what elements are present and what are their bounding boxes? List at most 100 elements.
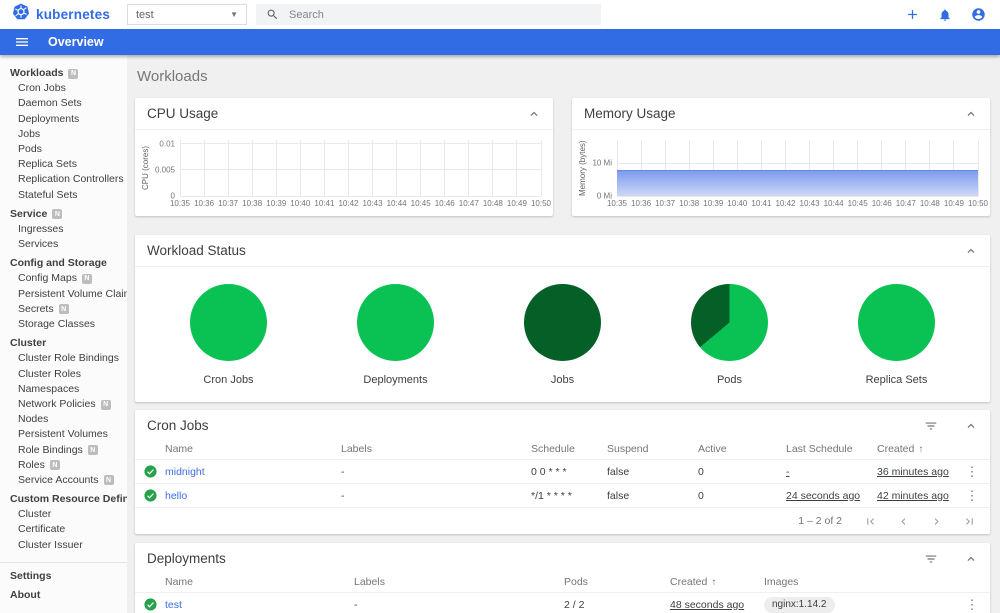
sidebar-item-cluster-role-bindings[interactable]: Cluster Role Bindings xyxy=(0,351,127,366)
collapse-chevron-icon[interactable] xyxy=(964,244,978,258)
table-row: hello - */1 * * * * false 0 24 seconds ago 42 … xyxy=(135,484,990,508)
sidebar-item-settings[interactable]: Settings xyxy=(0,569,127,584)
cell-schedule: 0 0 * * * xyxy=(531,465,567,478)
sidebar-item-about[interactable]: About xyxy=(0,588,127,603)
sidebar-item-cluster[interactable]: Cluster xyxy=(0,507,127,522)
gridline-vertical xyxy=(347,140,349,196)
sidebar-item-persistent-volume-claims[interactable]: Persistent Volume ClaimsN xyxy=(0,287,127,302)
create-resource-button[interactable] xyxy=(904,7,920,23)
cell-name[interactable]: hello xyxy=(165,490,341,502)
collapse-chevron-icon[interactable] xyxy=(964,552,978,566)
y-axis-label: CPU (cores) xyxy=(141,146,150,191)
sidebar-item-jobs[interactable]: Jobs xyxy=(0,127,127,142)
sidebar-item-workloads[interactable]: Workloads N xyxy=(0,66,127,81)
column-header-name[interactable]: Name xyxy=(165,443,341,455)
row-actions-button[interactable]: ⋮ xyxy=(954,465,990,478)
table-row: test - 2 / 2 48 seconds ago nginx:1.14.2 ⋮ xyxy=(135,593,990,613)
sidebar-item-pods[interactable]: Pods xyxy=(0,142,127,157)
x-tick-label: 10:38 xyxy=(679,199,700,208)
collapse-chevron-icon[interactable] xyxy=(964,419,978,433)
column-header-active[interactable]: Active xyxy=(698,443,786,455)
column-header-suspend[interactable]: Suspend xyxy=(607,443,698,455)
sidebar-item-stateful-sets[interactable]: Stateful Sets xyxy=(0,188,127,203)
column-header-labels[interactable]: Labels xyxy=(341,443,531,455)
cron-jobs-title: Cron Jobs xyxy=(147,418,209,433)
row-actions-button[interactable]: ⋮ xyxy=(954,598,990,611)
x-tick-label: 10:41 xyxy=(314,199,335,208)
first-page-button[interactable] xyxy=(864,515,877,528)
cell-labels: - xyxy=(341,489,345,502)
sidebar-item-deployments[interactable]: Deployments xyxy=(0,112,127,127)
sidebar-item-daemon-sets[interactable]: Daemon Sets xyxy=(0,96,127,111)
column-header-label: Suspend xyxy=(607,443,649,455)
cron-jobs-pagination: 1 – 2 of 2 xyxy=(135,508,990,534)
pie-chart[interactable] xyxy=(357,284,434,361)
x-tick-label: 10:45 xyxy=(410,199,431,208)
cell-name[interactable]: test xyxy=(165,599,354,611)
last-page-button[interactable] xyxy=(963,515,976,528)
sidebar-item-nodes[interactable]: Nodes xyxy=(0,412,127,427)
plot-area xyxy=(616,140,979,197)
sidebar-item-cluster-issuer[interactable]: Cluster Issuer xyxy=(0,538,127,553)
sidebar-item-role-bindings[interactable]: Role Bindings N xyxy=(0,443,127,458)
pie-chart[interactable] xyxy=(858,284,935,361)
column-header-created[interactable]: Created ↑ xyxy=(877,443,954,455)
sidebar-item-services[interactable]: Services xyxy=(0,237,127,252)
sidebar-item-persistent-volumes[interactable]: Persistent Volumes xyxy=(0,427,127,442)
column-header-pods[interactable]: Pods xyxy=(564,576,670,588)
sidebar-item-service[interactable]: Service N xyxy=(0,207,127,222)
search-icon xyxy=(266,8,279,21)
sidebar-item-label: Service xyxy=(10,207,48,220)
filter-icon[interactable] xyxy=(924,419,938,433)
column-header-created[interactable]: Created ↑ xyxy=(670,576,764,588)
sidebar-item-storage-classes[interactable]: Storage Classes xyxy=(0,317,127,332)
column-header-name[interactable]: Name xyxy=(165,576,354,588)
pie-chart[interactable] xyxy=(190,284,267,361)
column-header-schedule[interactable]: Schedule xyxy=(531,443,607,455)
sidebar-item-service-accounts[interactable]: Service Accounts N xyxy=(0,473,127,488)
sidebar-item-roles[interactable]: Roles N xyxy=(0,458,127,473)
status-ok-icon xyxy=(135,465,165,478)
status-ok-icon xyxy=(135,489,165,502)
sidebar-item-replication-controllers[interactable]: Replication Controllers xyxy=(0,172,127,187)
namespace-selector[interactable]: test ▼ xyxy=(127,4,247,25)
search-input[interactable] xyxy=(289,8,549,21)
sidebar-item-namespaces[interactable]: Namespaces xyxy=(0,382,127,397)
row-actions-button[interactable]: ⋮ xyxy=(954,489,990,502)
x-tick-label: 10:35 xyxy=(169,199,191,208)
x-tick-label: 10:43 xyxy=(362,199,383,208)
pagination-range-label: 1 – 2 of 2 xyxy=(798,515,842,527)
sidebar-item-replica-sets[interactable]: Replica Sets xyxy=(0,157,127,172)
gridline-vertical xyxy=(372,140,374,196)
sidebar-item-cluster-roles[interactable]: Cluster Roles xyxy=(0,367,127,382)
account-icon[interactable] xyxy=(970,7,986,23)
pie-chart[interactable] xyxy=(524,284,601,361)
sidebar-item-network-policies[interactable]: Network Policies N xyxy=(0,397,127,412)
search-box[interactable] xyxy=(256,4,601,25)
previous-page-button[interactable] xyxy=(897,515,910,528)
namespaced-badge: N xyxy=(52,209,63,220)
x-tick-label: 10:37 xyxy=(218,199,239,208)
notifications-bell-icon[interactable] xyxy=(937,7,953,23)
sidebar-item-config-maps[interactable]: Config Maps N xyxy=(0,271,127,286)
next-page-button[interactable] xyxy=(930,515,943,528)
sidebar-item-config-and-storage: Config and Storage xyxy=(0,256,127,271)
x-tick-label: 10:48 xyxy=(482,199,503,208)
cell-active: 0 xyxy=(698,489,704,502)
menu-hamburger-icon[interactable] xyxy=(0,34,30,50)
x-tick-label: 10:46 xyxy=(434,199,455,208)
kubernetes-logo[interactable]: kubernetes xyxy=(0,3,127,26)
column-header-labels[interactable]: Labels xyxy=(354,576,564,588)
sidebar-item-ingresses[interactable]: Ingresses xyxy=(0,222,127,237)
collapse-chevron-icon[interactable] xyxy=(527,107,541,121)
cell-name[interactable]: midnight xyxy=(165,466,341,478)
sidebar-item-certificate[interactable]: Certificate xyxy=(0,522,127,537)
filter-icon[interactable] xyxy=(924,552,938,566)
pie-chart[interactable] xyxy=(691,284,768,361)
sidebar-item-secrets[interactable]: Secrets N xyxy=(0,302,127,317)
column-header-images[interactable]: Images xyxy=(764,576,954,588)
column-header-last-schedule[interactable]: Last Schedule xyxy=(786,443,877,455)
collapse-chevron-icon[interactable] xyxy=(964,107,978,121)
sidebar-item-cron-jobs[interactable]: Cron Jobs xyxy=(0,81,127,96)
sidebar-item-label: Replication Controllers xyxy=(18,173,124,186)
